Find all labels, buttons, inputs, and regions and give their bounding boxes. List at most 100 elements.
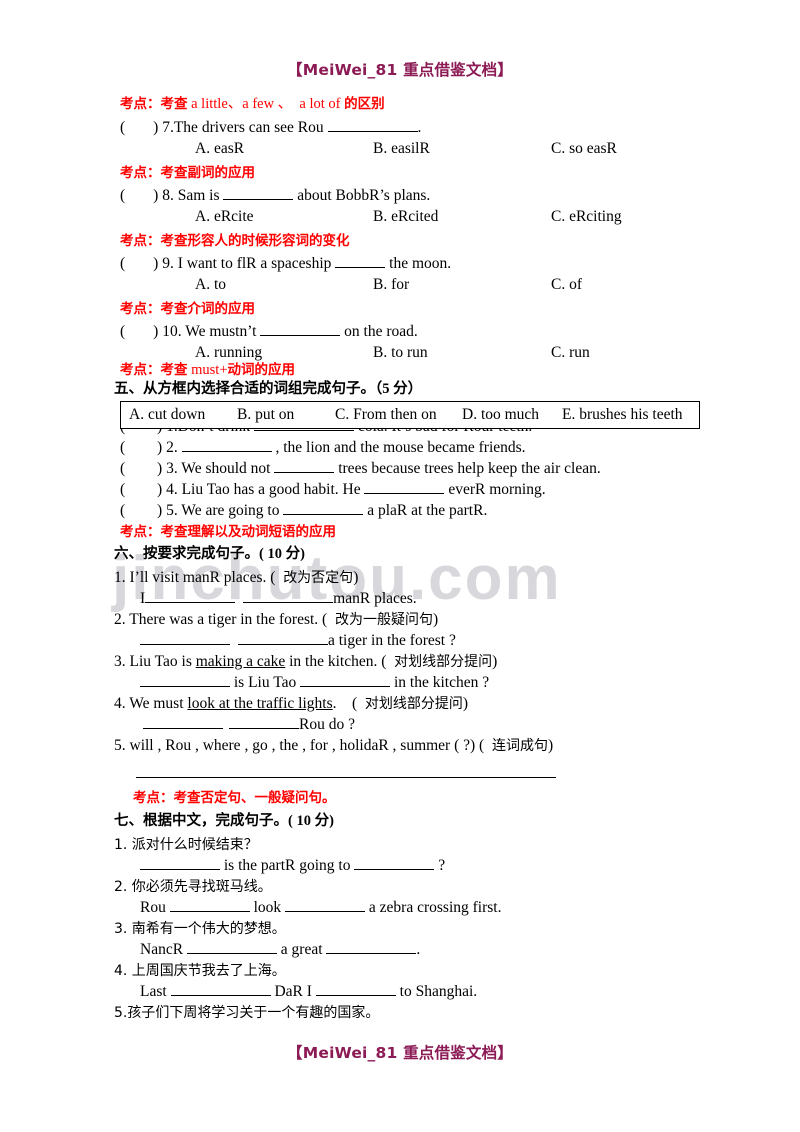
answer-blank[interactable] [326,940,417,954]
answer-blank[interactable] [143,715,223,729]
section-5-title: 五、从方框内选择合适的词组完成句子。（5 分） [114,380,422,399]
section-6-item-4-answer: Rou do ? [143,715,355,734]
choice-a[interactable]: A. easR [195,140,373,158]
prompt-close: ) [547,737,554,754]
answer-mid: is the partR going to [220,857,355,874]
answer-blank[interactable] [229,715,299,729]
choice-c[interactable]: C. run [551,344,701,362]
document-page: jinchutou.com 【MeiWei_81 重点借鉴文档】 考点：考查 a… [0,0,800,1132]
choice-b[interactable]: B. easilR [373,140,551,158]
question-7-tail: . [417,119,422,136]
section-5-item-4-text: ) 4. Liu Tao has a good habit. He [153,481,365,498]
question-8-text: 8. Sam is [158,187,224,204]
section-6-title-text: 六、按要求完成句子。 [114,546,259,562]
choice-c[interactable]: C. so easR [551,140,701,158]
section-5-points: （5 分） [375,381,423,397]
section-7-title-text: 七、根据中文，完成句子。 [114,813,288,829]
answer-blank[interactable] [186,940,277,954]
answer-blank[interactable] [260,322,341,336]
choice-c[interactable]: C. eRciting [551,208,701,226]
section-6-item-5-answer-rule[interactable] [136,777,556,778]
question-8-choices: A. eRcite B. eRcited C. eRciting [195,208,701,226]
answer-blank[interactable] [181,438,272,452]
section-7-title: 七、根据中文，完成句子。( 10 分) [114,812,334,831]
prompt-instruction: 对划线部分提问 [394,654,493,670]
answer-prefix: Rou [140,899,170,916]
answer-blank[interactable] [238,631,328,645]
answer-blank[interactable] [315,982,396,996]
prompt-instruction: 改为一般疑问句 [334,612,433,628]
answer-blank[interactable] [140,631,230,645]
question-7-stem: () 7.The drivers can see Rou . [120,118,421,137]
section-6-title: 六、按要求完成句子。( 10 分) [114,545,305,564]
answer-blank[interactable] [243,589,334,603]
choice-a[interactable]: A. running [195,344,373,362]
answer-blank[interactable] [283,501,364,515]
prompt-mid: in the kitchen. ( [285,653,395,670]
answer-mid: is Liu Tao [230,674,301,691]
question-10-choices: A. running B. to run C. run [195,344,701,362]
section-5-item-2: ( ) 2. , the lion and the mouse became f… [120,438,526,457]
document-header-top: 【MeiWei_81 重点借鉴文档】 [287,61,513,79]
answer-suffix: to Shanghai. [395,983,478,1000]
section-7-item-5-chinese: 5.孩子们下周将学习关于一个有趣的国家。 [114,1005,380,1021]
answer-blank[interactable] [354,856,435,870]
answer-blank[interactable] [170,982,271,996]
question-7-text: 7.The drivers can see Rou [158,119,328,136]
answer-blank[interactable] [274,459,335,473]
prompt-close: ) [462,695,469,712]
answer-blank[interactable] [364,480,445,494]
question-10-tail: on the road. [340,323,418,340]
choice-a[interactable]: A. to [195,276,373,294]
choice-a[interactable]: A. eRcite [195,208,373,226]
answer-blank[interactable] [140,856,220,870]
section-6-item-3-prompt: 3. Liu Tao is making a cake in the kitch… [114,652,497,672]
answer-mid: look [249,899,286,916]
annotation-4: 考点：考查介词的应用 [120,301,255,317]
section-7-points: ( 10 分) [288,813,334,829]
prompt-close: ) [353,569,359,586]
word-bank-item-b[interactable]: B. put on [237,406,335,424]
word-bank-item-d[interactable]: D. too much [462,406,562,424]
answer-blank[interactable] [327,118,418,132]
question-8-stem: () 8. Sam is about BobbR’s plans. [120,186,430,205]
answer-blank[interactable] [285,898,366,912]
prompt-close: ) [492,653,498,670]
question-9-choices: A. to B. for C. of [195,276,701,294]
word-bank-items: A. cut down B. put on C. From then on D.… [121,402,699,428]
word-bank-item-e[interactable]: E. brushes his teeth [562,406,683,424]
section-5-title-text: 五、从方框内选择合适的词组完成句子。 [114,381,375,397]
annotation-5-suffix: 动词的应用 [227,362,296,378]
section-5-item-5: ( ) 5. We are going to a plaR at the par… [120,501,487,520]
answer-prefix: Last [140,983,171,1000]
bracket-open: ( [120,481,126,498]
answer-blank[interactable] [335,254,386,268]
prompt-text: 1. I’ll visit manR places. ( [114,569,284,586]
answer-suffix: a tiger in the forest ? [328,632,456,649]
choice-b[interactable]: B. to run [373,344,551,362]
prompt-instruction: 改为否定句 [283,570,354,586]
answer-blank[interactable] [223,186,294,200]
annotation-5: 考点：考查 must+动词的应用 [120,361,295,380]
answer-blank[interactable] [145,589,236,603]
answer-blank[interactable] [169,898,250,912]
question-9-stem: () 9. I want to flR a spaceship the moon… [120,254,451,273]
bracket-open: ( [120,502,126,519]
section-7-item-1-chinese: 1. 派对什么时候结束？ [114,837,258,853]
answer-suffix: in the kitchen ? [390,674,490,691]
choice-c[interactable]: C. of [551,276,701,294]
prompt-text: 4. We must [114,695,188,712]
word-bank-item-a[interactable]: A. cut down [129,406,237,424]
section-6-item-4-prompt: 4. We must look at the traffic lights. (… [114,694,468,714]
prompt-close: ) [432,611,439,628]
prompt-text: 2. There was a tiger in the forest. ( [114,611,335,628]
section-6-item-2-answer: a tiger in the forest ? [140,631,456,650]
answer-blank[interactable] [300,673,391,687]
choice-b[interactable]: B. for [373,276,551,294]
answer-suffix: manR places. [333,590,417,607]
word-bank-item-c[interactable]: C. From then on [335,406,462,424]
answer-blank[interactable] [140,673,230,687]
choice-b[interactable]: B. eRcited [373,208,551,226]
annotation-5-prefix: 考点：考查 [120,362,188,378]
prompt-underlined-part: look at the traffic lights [187,695,333,712]
